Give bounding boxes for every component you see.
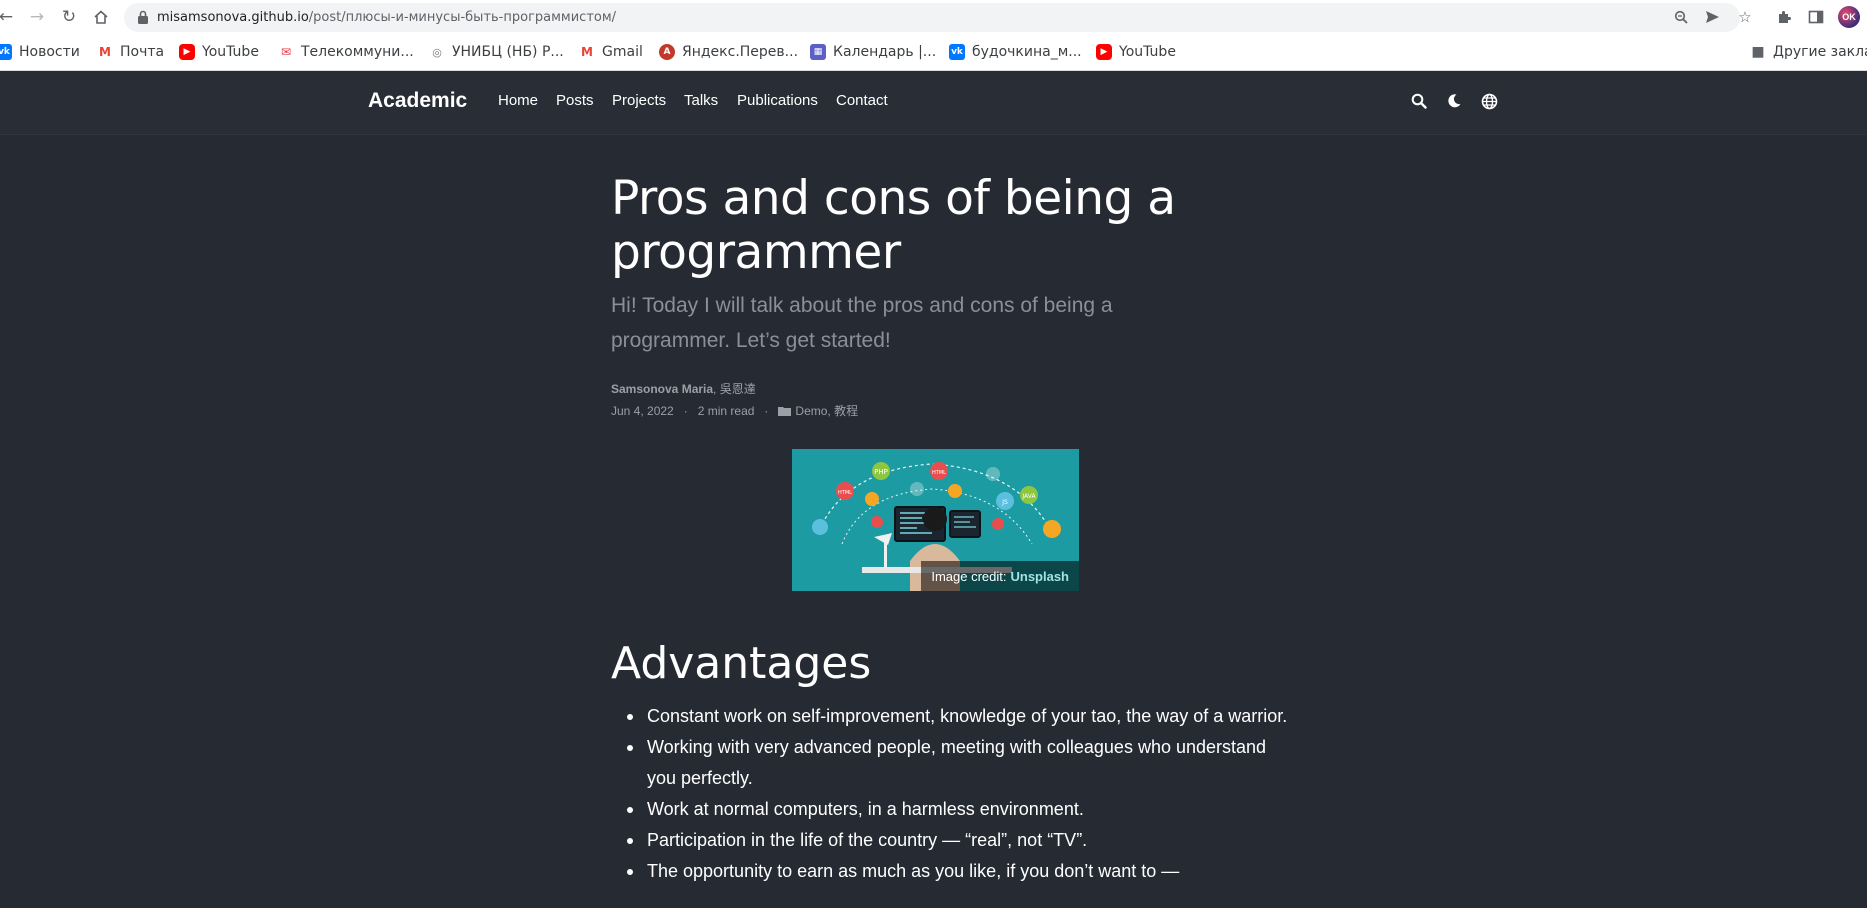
meta-separator: ·	[764, 403, 769, 418]
article-title: Pros and cons of being a programmer	[611, 171, 1176, 280]
address-bar[interactable]: misamsonova.github.io/post/плюсы-и-минус…	[124, 3, 1752, 32]
image-credit-link[interactable]: Unsplash	[1010, 569, 1069, 584]
youtube-icon: ▶	[1096, 44, 1112, 60]
search-icon[interactable]	[1408, 90, 1430, 112]
globe-icon[interactable]	[1478, 90, 1500, 112]
svg-text:PHP: PHP	[874, 468, 888, 476]
browser-toolbar: ← → ↻ misamsonova.github.io/post/плюсы-и…	[0, 0, 1867, 34]
nav-contact[interactable]: Contact	[836, 92, 888, 109]
unibc-icon: ◎	[429, 44, 445, 60]
svg-text:HTML: HTML	[838, 490, 852, 496]
bookmark-item[interactable]: ▶ YouTube	[1096, 41, 1176, 63]
profile-avatar[interactable]: OK	[1838, 6, 1860, 28]
bookmark-star-icon[interactable]: ☆	[1735, 7, 1755, 27]
image-credit: Image credit: Unsplash	[921, 561, 1079, 591]
bookmark-item[interactable]: M Почта	[97, 41, 164, 63]
svg-text:JAVA: JAVA	[1021, 493, 1036, 500]
yandex-translate-icon: A	[659, 44, 675, 60]
nav-projects[interactable]: Projects	[612, 92, 666, 109]
bookmark-item[interactable]: vk будочкина_м...	[949, 41, 1082, 63]
folder-icon	[778, 406, 792, 416]
read-time: 2 min read	[697, 403, 755, 418]
bookmark-label: УНИБЦ (НБ) Р...	[452, 44, 564, 60]
extensions-icon[interactable]	[1773, 6, 1795, 28]
moon-icon[interactable]	[1443, 90, 1465, 112]
bookmark-item[interactable]: ✉ Телекоммуни...	[278, 41, 414, 63]
list-item: Constant work on self-improvement, knowl…	[627, 701, 1297, 732]
article-meta: Jun 4, 2022 · 2 min read · Demo, 教程	[611, 402, 858, 419]
url-path: /post/плюсы-и-минусы-быть-программистом/	[308, 10, 617, 25]
back-icon[interactable]: ←	[0, 5, 18, 29]
list-item: The opportunity to earn as much as you l…	[627, 856, 1297, 887]
bookmark-item[interactable]: M Gmail	[579, 41, 643, 63]
bookmark-label: Почта	[120, 44, 165, 60]
site-navbar: Academic Home Posts Projects Talks Publi…	[0, 71, 1867, 135]
nav-posts[interactable]: Posts	[556, 92, 594, 109]
nav-home[interactable]: Home	[498, 92, 538, 109]
bookmark-label: Яндекс.Перев...	[682, 44, 799, 60]
bookmark-item[interactable]: vk Новости	[0, 41, 80, 63]
url-text: misamsonova.github.io/post/плюсы-и-минус…	[157, 10, 616, 25]
article-subtitle: Hi! Today I will talk about the pros and…	[611, 294, 1113, 352]
gmail-icon: M	[97, 44, 113, 60]
bookmark-item[interactable]: A Яндекс.Перев...	[659, 41, 798, 63]
advantages-list: Constant work on self-improvement, knowl…	[611, 701, 1297, 887]
coauthor-link[interactable]: , 吳恩達	[713, 382, 756, 396]
folder-icon: ■	[1750, 44, 1766, 60]
youtube-icon: ▶	[179, 44, 195, 60]
nav-talks[interactable]: Talks	[684, 92, 718, 109]
bookmark-label: Телекоммуни...	[301, 44, 414, 60]
other-bookmarks[interactable]: ■ Другие закла	[1750, 41, 1867, 63]
author-link[interactable]: Samsonova Maria	[611, 382, 713, 396]
send-icon[interactable]	[1702, 7, 1722, 27]
url-host: misamsonova.github.io	[157, 10, 309, 25]
bookmark-item[interactable]: ◎ УНИБЦ (НБ) Р...	[429, 41, 564, 63]
meta-separator: ·	[683, 403, 688, 418]
byline: Samsonova Maria, 吳恩達	[611, 380, 756, 397]
gmail-icon: M	[579, 44, 595, 60]
bookmark-item[interactable]: ▶ YouTube	[179, 41, 259, 63]
telecom-icon: ✉	[278, 44, 294, 60]
zoom-icon[interactable]	[1671, 7, 1691, 27]
section-heading: Advantages	[611, 638, 872, 689]
image-credit-label: Image credit:	[931, 568, 1007, 584]
bookmark-label: Gmail	[602, 44, 643, 60]
list-item: Work at normal computers, in a harmless …	[627, 794, 1297, 825]
bookmark-item[interactable]: ▦ Календарь |...	[810, 41, 936, 63]
bookmark-label: Новости	[19, 44, 80, 60]
bookmark-label: YouTube	[202, 44, 259, 60]
calendar-icon: ▦	[810, 44, 826, 60]
list-item: Participation in the life of the country…	[627, 825, 1297, 856]
svg-text:HTML: HTML	[932, 470, 946, 476]
site-brand[interactable]: Academic	[368, 89, 467, 113]
side-panel-icon[interactable]	[1805, 6, 1827, 28]
list-item: Working with very advanced people, meeti…	[627, 732, 1297, 794]
bookmark-label: YouTube	[1119, 44, 1176, 60]
bookmark-label: Календарь |...	[833, 44, 937, 60]
vk-icon: vk	[949, 44, 965, 60]
publish-date: Jun 4, 2022	[611, 403, 674, 418]
other-bookmarks-label: Другие закла	[1773, 44, 1867, 60]
svg-text:JS: JS	[1001, 499, 1008, 506]
reload-icon[interactable]: ↻	[57, 5, 81, 29]
vk-icon: vk	[0, 44, 12, 60]
home-icon[interactable]	[89, 5, 113, 29]
bookmark-label: будочкина_м...	[972, 44, 1082, 60]
lock-icon	[138, 10, 148, 24]
forward-icon[interactable]: →	[25, 5, 49, 29]
bookmarks-bar: vk Новости M Почта ▶ YouTube ✉ Телекоммуни..…	[0, 34, 1867, 71]
categories[interactable]: Demo, 教程	[795, 402, 858, 419]
featured-image: PHP HTML HTML JAVA JS Image credit: Unsp…	[792, 449, 1079, 591]
nav-publications[interactable]: Publications	[737, 92, 818, 109]
